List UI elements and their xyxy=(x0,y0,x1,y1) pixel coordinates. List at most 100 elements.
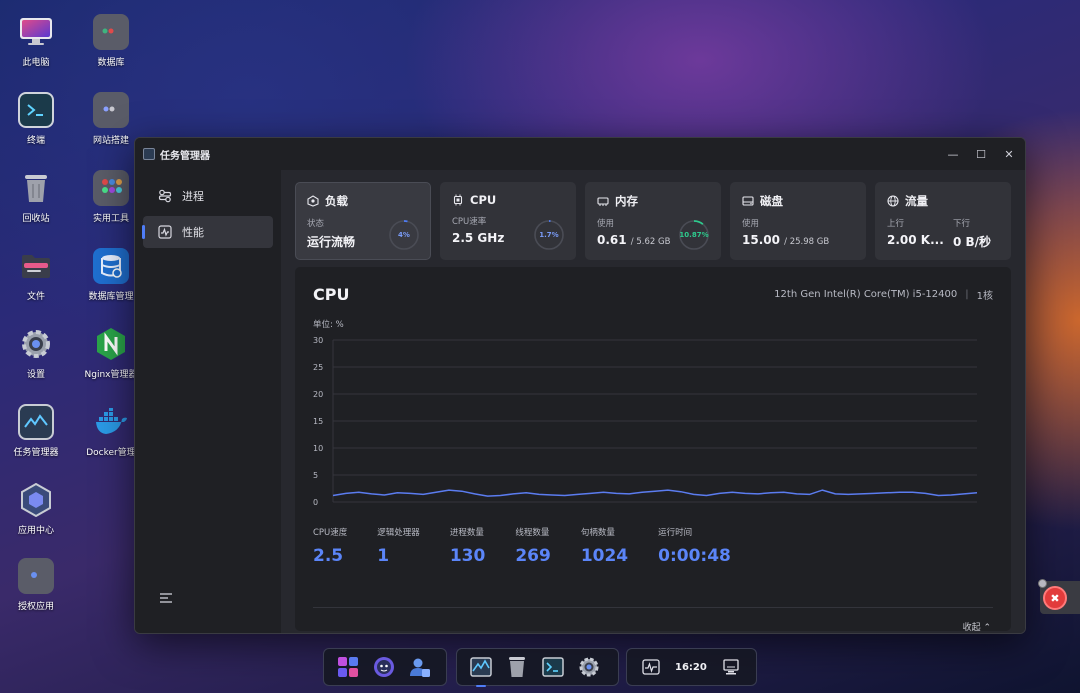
assistant-icon[interactable] xyxy=(372,655,396,679)
stat-item: 线程数量 269 xyxy=(515,526,551,566)
minimize-button[interactable]: — xyxy=(945,146,961,162)
card-title: 内存 xyxy=(615,194,638,208)
stat-label: 线程数量 xyxy=(515,528,550,538)
gear-icon xyxy=(18,326,54,362)
desktop-icon-label: 数据库管理 xyxy=(88,292,134,302)
stat-label: CPU速度 xyxy=(313,528,348,538)
cpu-chart-svg: 0 5 10 15 20 25 30 xyxy=(313,336,978,507)
cpu-cores: 1核 xyxy=(976,291,993,302)
desktop-icon-label: 数据库 xyxy=(97,58,125,68)
y-tick-label: 5 xyxy=(313,471,318,480)
memory-icon xyxy=(597,195,609,207)
sidebar-item-processes[interactable]: 进程 xyxy=(143,180,273,212)
desktop-icon-files[interactable]: 文件 xyxy=(1,248,71,302)
stat-label: 进程数量 xyxy=(449,528,484,538)
card-cpu[interactable]: CPU CPU速率 2.5 GHz 1.7% xyxy=(440,182,576,260)
card-memory[interactable]: 内存 使用 0.61 / 5.62 GB 10.87% xyxy=(585,182,721,260)
stat-label: 运行时间 xyxy=(658,528,693,538)
desktop-icon-label: 设置 xyxy=(26,370,45,380)
y-tick-label: 30 xyxy=(313,336,323,345)
nginx-icon xyxy=(93,326,129,362)
download-value: 0 B/秒 xyxy=(953,235,992,249)
ring-label: 4% xyxy=(398,231,410,239)
sidebar-menu-icon[interactable] xyxy=(159,589,175,605)
stat-value: 0:00:48 xyxy=(658,546,731,566)
desktop-icon-label: 回收站 xyxy=(22,214,50,224)
taskbar-running xyxy=(456,648,619,687)
stat-item: 逻辑处理器 1 xyxy=(377,526,420,566)
ring-label: 1.7% xyxy=(539,231,559,239)
clock[interactable]: 16:20 xyxy=(675,662,707,673)
card-disk[interactable]: 磁盘 使用 15.00 / 25.98 GB xyxy=(730,182,866,260)
sidebar-item-performance[interactable]: 性能 xyxy=(142,216,273,248)
docker-icon xyxy=(93,404,129,440)
desktop-icon-app-center[interactable]: 应用中心 xyxy=(1,482,71,536)
performance-monitor-icon[interactable] xyxy=(639,655,663,679)
globe-icon xyxy=(887,195,899,207)
desktop-icon-this-pc[interactable]: 此电脑 xyxy=(1,14,71,68)
card-value: 15.00 / 25.98 GB xyxy=(742,233,854,247)
chip-icon xyxy=(452,194,464,206)
summary-cards: 负载 状态 运行流畅 4% CPU CPU速率 2.5 GHz 1.7% 内存 … xyxy=(295,182,1011,260)
title-bar[interactable]: 任务管理器 — ☐ ✕ xyxy=(135,138,1025,170)
memory-ring: 10.87% xyxy=(677,218,711,252)
maximize-button[interactable]: ☐ xyxy=(973,146,989,162)
cpu-usage-chart: 0 5 10 15 20 25 30 xyxy=(313,334,983,514)
stat-label: 句柄数量 xyxy=(580,528,615,538)
sidebar-item-label: 性能 xyxy=(182,226,204,239)
task-manager-window: 任务管理器 — ☐ ✕ 进程 性能 负载 状态 运行流畅 4% CPU CPU速… xyxy=(134,137,1026,634)
collapse-button[interactable]: 收起 ⌃ xyxy=(963,620,991,633)
gear-icon[interactable] xyxy=(577,655,601,679)
stat-item: 进程数量 130 xyxy=(450,526,486,566)
desktop-icon-terminal[interactable]: 终端 xyxy=(1,92,71,146)
y-tick-label: 20 xyxy=(313,390,323,399)
folder-icon xyxy=(18,248,54,284)
disk-total-value: / 25.98 GB xyxy=(784,237,830,247)
sidebar-item-label: 进程 xyxy=(182,190,204,203)
start-menu-icon[interactable] xyxy=(336,655,360,679)
task-manager-taskbar-icon[interactable] xyxy=(469,655,493,687)
desktop-icon-task-manager[interactable]: 任务管理器 xyxy=(1,404,71,458)
stat-value: 1024 xyxy=(580,546,629,566)
card-load[interactable]: 负载 状态 运行流畅 4% xyxy=(295,182,431,260)
window-body: 进程 性能 负载 状态 运行流畅 4% CPU CPU速率 2.5 GHz 1.… xyxy=(135,170,1025,633)
desktop-icon-recycle-bin[interactable]: 回收站 xyxy=(1,170,71,224)
folder-group-icon xyxy=(93,14,129,50)
cpu-info: 12th Gen Intel(R) Core(TM) i5-12400 | 1核 xyxy=(774,287,993,302)
database-icon xyxy=(93,248,129,284)
desktop-icon-settings[interactable]: 设置 xyxy=(1,326,71,380)
card-title: 负载 xyxy=(325,194,348,208)
stat-value: 2.5 xyxy=(313,546,344,566)
window-title: 任务管理器 xyxy=(160,150,210,162)
cpu-detail-panel: CPU 12th Gen Intel(R) Core(TM) i5-12400 … xyxy=(295,267,1011,633)
cpu-usage-line xyxy=(332,489,978,497)
cpu-model: 12th Gen Intel(R) Core(TM) i5-12400 xyxy=(774,289,958,300)
card-title: 磁盘 xyxy=(760,194,783,208)
desktop-icon-licensed-apps[interactable]: 授权应用 xyxy=(1,558,71,612)
trash-icon[interactable] xyxy=(505,655,529,679)
desktop-switch-icon[interactable] xyxy=(719,655,743,679)
disk-icon xyxy=(742,195,754,207)
terminal-icon[interactable] xyxy=(541,655,565,679)
user-manager-icon[interactable] xyxy=(408,655,432,679)
float-handle-dot[interactable] xyxy=(1038,579,1047,588)
floating-assistant-button[interactable]: ✖ xyxy=(1038,579,1080,614)
upload-value: 2.00 K... xyxy=(887,233,944,247)
desktop-icon-label: 文件 xyxy=(26,292,45,302)
y-tick-label: 0 xyxy=(313,498,318,507)
card-network[interactable]: 流量 上行 2.00 K... 下行 0 B/秒 xyxy=(875,182,1011,260)
stat-item: 句柄数量 1024 xyxy=(581,526,628,566)
info-separator: | xyxy=(965,289,969,300)
desktop-icon-label: 此电脑 xyxy=(22,58,50,68)
stat-item: 运行时间 0:00:48 xyxy=(658,526,731,566)
app-window-icon xyxy=(143,148,155,160)
main-content: 负载 状态 运行流畅 4% CPU CPU速率 2.5 GHz 1.7% 内存 … xyxy=(281,170,1025,633)
close-circle-icon: ✖ xyxy=(1043,586,1067,610)
desktop-icon-database[interactable]: 数据库 xyxy=(76,14,146,68)
trash-icon xyxy=(18,170,54,206)
hexagon-cube-icon xyxy=(18,482,54,518)
close-button[interactable]: ✕ xyxy=(1001,146,1017,162)
panel-title: CPU xyxy=(313,285,350,304)
desktop-icon-label: 任务管理器 xyxy=(13,448,59,458)
folder-group-icon xyxy=(18,558,54,594)
